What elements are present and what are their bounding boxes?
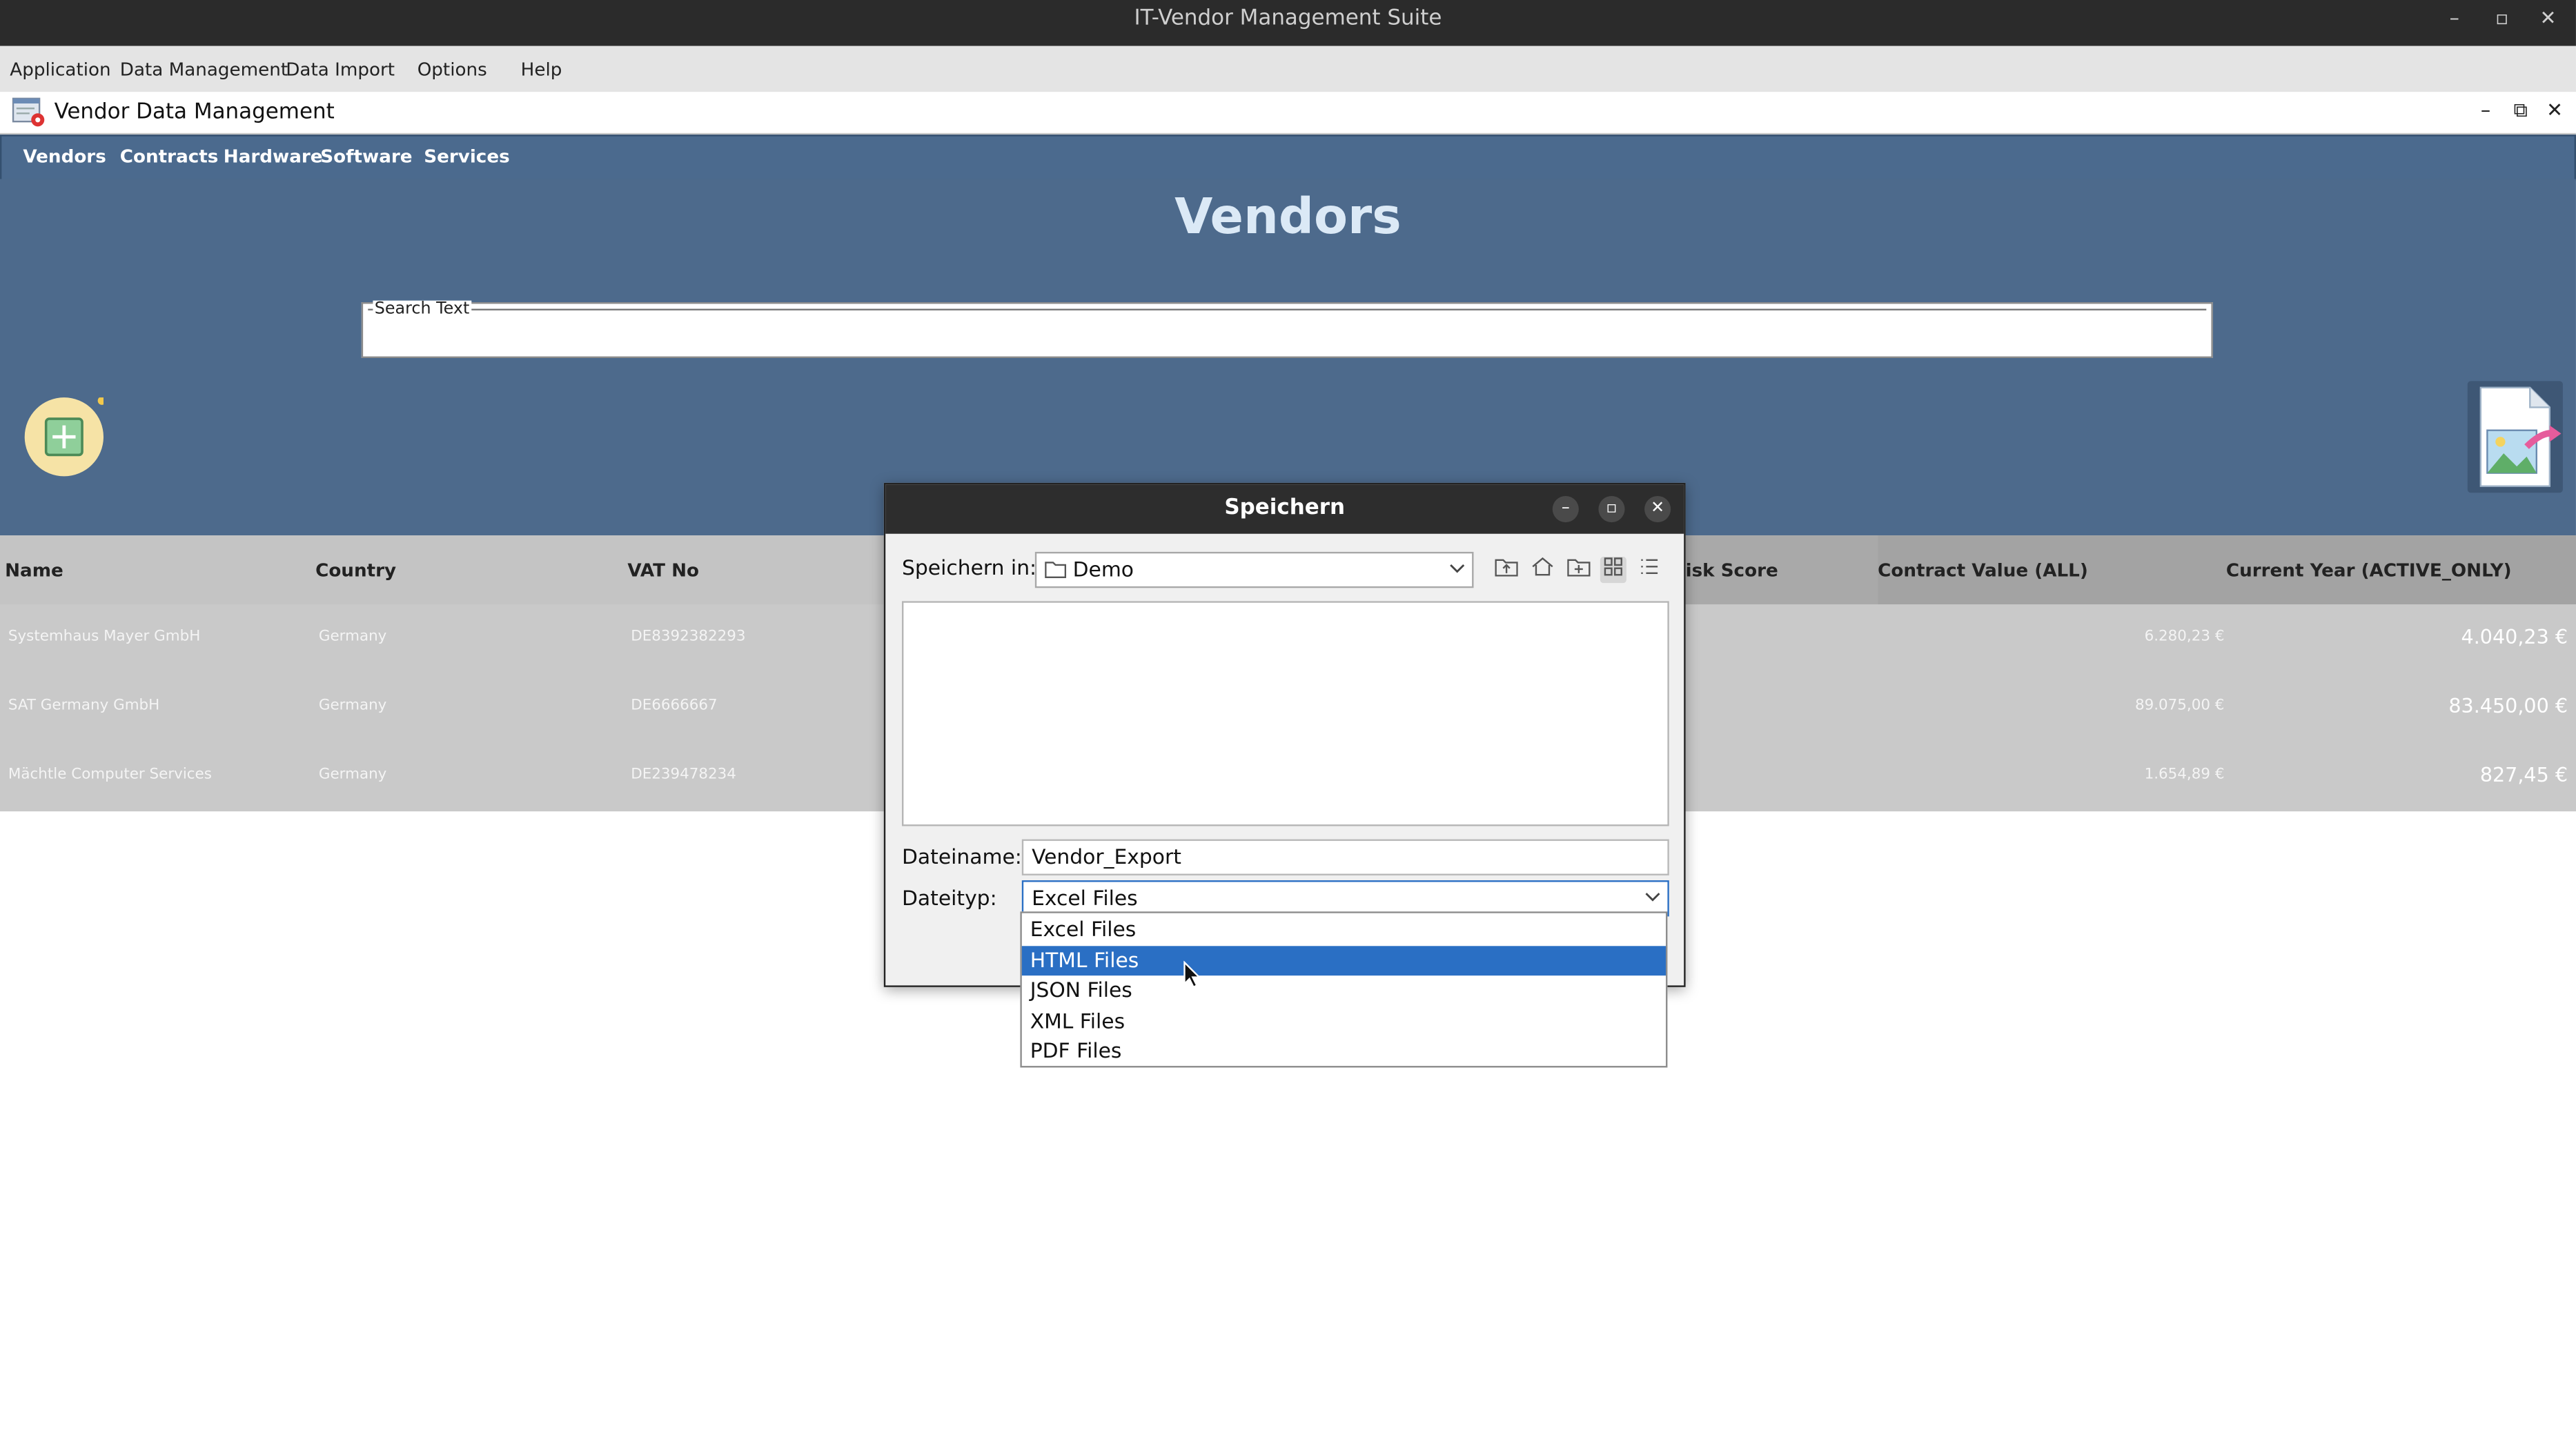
export-image-button[interactable] — [2467, 381, 2563, 493]
window-minimize-button[interactable]: – — [2439, 7, 2469, 30]
icon-view-icon[interactable] — [1600, 557, 1626, 584]
module-tabs: Vendors Contracts Hardware Software Serv… — [0, 135, 2576, 181]
option-pdf[interactable]: PDF Files — [1022, 1036, 1666, 1066]
tab-software[interactable]: Software — [320, 146, 412, 168]
cell-vat: DE8392382293 — [631, 628, 746, 646]
file-list[interactable] — [902, 601, 1669, 826]
vendors-panel: Vendors Search Text — [0, 179, 2576, 536]
header-vat[interactable]: VAT No — [627, 560, 699, 582]
internal-frame-titlebar: Vendor Data Management – ⧉ ✕ — [0, 92, 2576, 135]
option-xml[interactable]: XML Files — [1022, 1007, 1666, 1036]
menu-help[interactable]: Help — [521, 59, 562, 81]
tab-vendors[interactable]: Vendors — [23, 146, 106, 168]
folder-icon — [1045, 562, 1067, 579]
save-in-value: Demo — [1072, 557, 1134, 582]
window-titlebar: IT-Vendor Management Suite – ▫ ✕ — [0, 0, 2576, 46]
option-json[interactable]: JSON Files — [1022, 975, 1666, 1005]
cell-country: Germany — [318, 766, 387, 784]
filetype-value: Excel Files — [1032, 885, 1138, 910]
menu-data-import[interactable]: Data Import — [286, 59, 395, 81]
filename-value: Vendor_Export — [1032, 844, 1181, 869]
dialog-titlebar: Speichern – ▫ ✕ — [885, 484, 1684, 534]
option-excel[interactable]: Excel Files — [1022, 915, 1666, 944]
search-border-line — [368, 308, 2207, 310]
tab-services[interactable]: Services — [424, 146, 509, 168]
home-icon[interactable] — [1529, 557, 1555, 583]
cell-country: Germany — [318, 628, 387, 646]
header-risk-score[interactable]: isk Score — [1686, 560, 1778, 582]
new-folder-icon[interactable] — [1566, 557, 1592, 583]
cell-contract-value: 6.280,23 € — [2144, 628, 2225, 646]
header-current-year[interactable]: Current Year (ACTIVE_ONLY) — [2226, 560, 2512, 582]
cell-contract-value: 89.075,00 € — [2134, 697, 2225, 715]
cell-name: SAT Germany GmbH — [8, 697, 160, 715]
menu-bar: Application Data Management Data Import … — [0, 46, 2576, 92]
app-icon — [12, 97, 45, 127]
menu-options[interactable]: Options — [417, 59, 487, 81]
tab-hardware[interactable]: Hardware — [224, 146, 323, 168]
cell-country: Germany — [318, 697, 387, 715]
dialog-minimize-button[interactable]: – — [1552, 495, 1579, 523]
window-maximize-button[interactable]: ▫ — [2487, 7, 2517, 30]
tab-contracts[interactable]: Contracts — [120, 146, 219, 168]
dialog-maximize-button[interactable]: ▫ — [1598, 495, 1625, 523]
filename-label: Dateiname: — [902, 844, 1022, 869]
save-in-label: Speichern in: — [902, 555, 1037, 580]
window-close-button[interactable]: ✕ — [2533, 7, 2563, 30]
filetype-dropdown: Excel Files HTML Files JSON Files XML Fi… — [1020, 911, 1668, 1068]
export-image-icon — [2479, 386, 2562, 487]
cell-name: Mächtle Computer Services — [8, 766, 212, 784]
header-country[interactable]: Country — [315, 560, 396, 582]
window-title: IT-Vendor Management Suite — [1134, 6, 1442, 32]
filename-field[interactable]: Vendor_Export — [1021, 839, 1669, 875]
menu-application[interactable]: Application — [10, 59, 110, 81]
header-contract-value[interactable]: Contract Value (ALL) — [1878, 560, 2088, 582]
up-folder-icon[interactable] — [1493, 557, 1520, 583]
menu-data-management[interactable]: Data Management — [120, 59, 288, 81]
add-vendor-button[interactable] — [24, 396, 106, 477]
chevron-down-icon — [1645, 893, 1660, 902]
internal-frame-title: Vendor Data Management — [54, 100, 335, 125]
page-title: Vendors — [1174, 188, 1402, 247]
cell-vat: DE6666667 — [631, 697, 718, 715]
frame-restore-button[interactable]: ⧉ — [2513, 99, 2527, 123]
cell-name: Systemhaus Mayer GmbH — [8, 628, 201, 646]
cell-contract-value: 1.654,89 € — [2144, 766, 2225, 784]
cell-current-year: 83.450,00 € — [2448, 695, 2568, 718]
add-icon — [44, 396, 106, 457]
search-legend: Search Text — [373, 300, 471, 319]
cell-current-year: 827,45 € — [2479, 764, 2568, 787]
header-name[interactable]: Name — [5, 560, 63, 582]
option-html[interactable]: HTML Files — [1021, 946, 1666, 976]
dialog-close-button[interactable]: ✕ — [1644, 495, 1671, 523]
filetype-label: Dateityp: — [902, 885, 997, 910]
save-in-combo[interactable]: Demo — [1034, 551, 1474, 588]
cell-current-year: 4.040,23 € — [2461, 626, 2568, 649]
frame-minimize-button[interactable]: – — [2481, 99, 2490, 121]
mouse-cursor-icon — [1183, 960, 1201, 989]
frame-close-button[interactable]: ✕ — [2546, 99, 2563, 121]
search-input[interactable]: Search Text — [361, 300, 2213, 358]
cell-vat: DE239478234 — [631, 766, 736, 784]
list-view-icon[interactable] — [1636, 557, 1662, 583]
chevron-down-icon — [1450, 564, 1465, 573]
